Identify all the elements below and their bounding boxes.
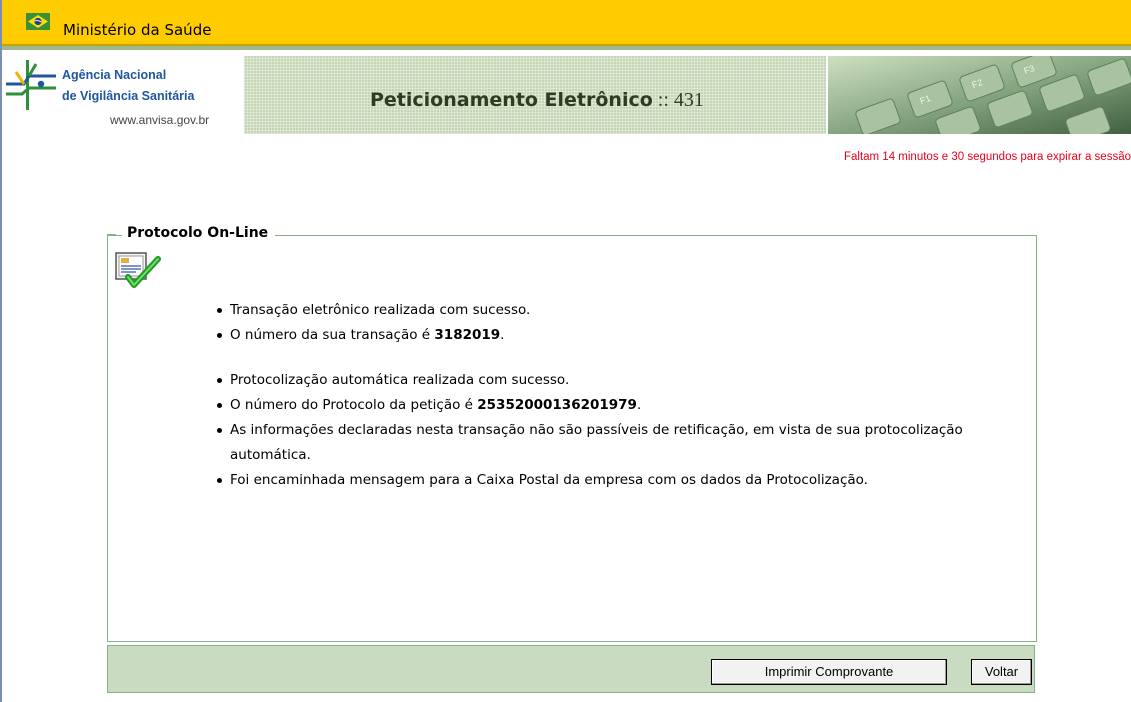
protocol-number: 25352000136201979 xyxy=(477,397,637,413)
list-item: Protocolização automática realizada com … xyxy=(217,368,1017,393)
message-text: O número do Protocolo da petição é xyxy=(230,397,478,413)
app-title-text: Peticionamento Eletrônico xyxy=(370,89,653,111)
message-text: O número da sua transação é xyxy=(230,327,435,343)
protocol-messages: Transação eletrônico realizada com suces… xyxy=(217,298,1017,493)
page-header: Agência Nacional de Vigilância Sanitária… xyxy=(2,52,1131,136)
ministry-title: Ministério da Saúde xyxy=(63,21,212,39)
agency-url: www.anvisa.gov.br xyxy=(110,113,210,127)
app-number: 431 xyxy=(673,89,704,111)
app-title: Peticionamento Eletrônico :: 431 xyxy=(370,89,704,112)
agency-name-line2: de Vigilância Sanitária xyxy=(62,89,195,103)
message-suffix: . xyxy=(500,327,505,343)
header-divider xyxy=(2,46,1131,50)
app-title-banner: Peticionamento Eletrônico :: 431 xyxy=(244,56,826,134)
anvisa-logo-icon xyxy=(6,60,56,110)
list-item: O número da sua transação é 3182019. xyxy=(217,323,1017,348)
message-text: Foi encaminhada mensagem para a Caixa Po… xyxy=(230,472,868,488)
session-timer: Faltam 14 minutos e 30 segundos para exp… xyxy=(843,151,1131,163)
message-text: Protocolização automática realizada com … xyxy=(230,372,570,388)
anvisa-logo[interactable]: Agência Nacional de Vigilância Sanitária… xyxy=(2,54,242,134)
panel-legend: Protocolo On-Line xyxy=(122,223,276,243)
list-item: Transação eletrônico realizada com suces… xyxy=(217,298,1017,323)
certificate-check-icon xyxy=(115,252,161,288)
message-suffix: . xyxy=(636,397,642,413)
print-receipt-button[interactable]: Imprimir Comprovante xyxy=(711,659,947,685)
ministry-bar: Ministério da Saúde xyxy=(2,0,1131,46)
agency-name-line1: Agência Nacional xyxy=(62,68,167,82)
brazil-flag-icon xyxy=(26,13,50,30)
panel-legend-line xyxy=(107,234,116,235)
app-title-separator: :: xyxy=(652,89,674,111)
list-item: As informações declaradas nesta transaçã… xyxy=(217,418,1017,468)
list-item: O número do Protocolo da petição é 25352… xyxy=(217,393,1017,418)
transaction-number: 3182019 xyxy=(434,327,501,343)
list-item: Foi encaminhada mensagem para a Caixa Po… xyxy=(217,468,1017,493)
message-text: As informações declaradas nesta transaçã… xyxy=(230,422,963,463)
message-text: Transação eletrônico realizada com suces… xyxy=(230,302,531,318)
keyboard-banner-image: F1 F2 F3 xyxy=(828,56,1131,134)
back-button[interactable]: Voltar xyxy=(971,659,1032,685)
